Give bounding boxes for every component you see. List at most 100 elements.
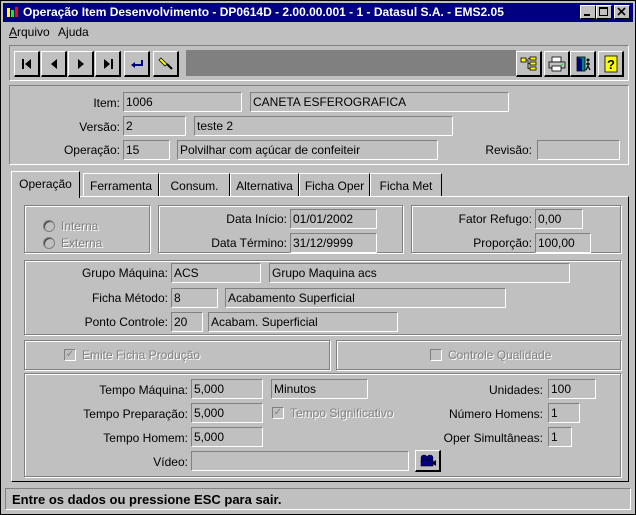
close-button[interactable] (614, 5, 630, 19)
ficha-metodo-label: Ficha Método: (91, 291, 168, 305)
status-bar: Entre os dados ou pressione ESC para sai… (5, 488, 631, 510)
data-termino-field[interactable]: 31/12/9999 (290, 233, 377, 253)
menu-bar: Arquivo Ajuda (3, 22, 633, 40)
unidades-field[interactable]: 100 (548, 379, 596, 399)
grupo-maquina-field[interactable]: ACS (171, 263, 261, 283)
exit-icon (576, 56, 591, 71)
menu-arquivo[interactable]: Arquivo (9, 25, 50, 39)
versao-description-field: teste 2 (194, 116, 453, 136)
tempos-group: Tempo Máquina: 5,000 Minutos Tempo Prepa… (24, 373, 621, 477)
print-icon (548, 56, 565, 71)
zoom-tree-button[interactable] (516, 51, 542, 77)
controle-qualidade-label: Controle Qualidade (448, 348, 552, 362)
first-icon (21, 58, 31, 69)
video-field[interactable] (191, 451, 409, 471)
tab-consum[interactable]: Consum. (159, 173, 230, 197)
ficha-metodo-field[interactable]: 8 (171, 288, 218, 308)
video-camera-icon (420, 454, 436, 466)
oper-simultaneas-label: Oper Simultâneas: (443, 431, 543, 445)
ponto-controle-label: Ponto Controle: (84, 315, 168, 329)
print-button[interactable] (544, 51, 570, 77)
interna-radio[interactable] (43, 220, 55, 232)
tempo-significativo-checkbox[interactable]: ✓ (272, 407, 284, 419)
search-icon (157, 56, 173, 70)
previous-icon (50, 58, 57, 69)
refugo-group: Fator Refugo: 0,00 Proporção: 100,00 (411, 205, 621, 253)
oper-simultaneas-field[interactable]: 1 (548, 427, 572, 447)
tab-operacao[interactable]: Operação (11, 171, 80, 198)
operacao-tab-panel: Interna Externa Data Início: 01/01/2002 … (11, 196, 629, 482)
window-title: Operação Item Desenvolvimento - DP0614D … (23, 5, 504, 19)
zoom-tree-icon (520, 56, 536, 70)
datas-group: Data Início: 01/01/2002 Data Término: 31… (158, 205, 403, 253)
exit-button[interactable] (570, 51, 596, 77)
tempo-maquina-label: Tempo Máquina: (99, 383, 188, 397)
grupo-maquina-label: Grupo Máquina: (81, 266, 168, 280)
fator-refugo-label: Fator Refugo: (458, 212, 532, 226)
tempo-homem-field[interactable]: 5,000 (191, 427, 263, 447)
versao-label: Versão: (79, 120, 120, 134)
tab-alternativa[interactable]: Alternativa (230, 173, 299, 197)
data-termino-label: Data Término: (211, 236, 287, 250)
emite-ficha-group: ✓ Emite Ficha Produção (24, 340, 330, 370)
unidade-tempo-field: Minutos (271, 379, 368, 399)
operacao-field[interactable]: 15 (123, 140, 170, 160)
next-record-button[interactable] (68, 51, 94, 77)
last-record-button[interactable] (95, 51, 121, 77)
item-code-field[interactable]: 1006 (123, 92, 242, 112)
revisao-field[interactable] (537, 140, 620, 160)
tab-ficha-met[interactable]: Ficha Met (370, 173, 442, 197)
proporcao-field[interactable]: 100,00 (535, 233, 591, 253)
tempo-homem-label: Tempo Homem: (103, 431, 188, 445)
title-bar[interactable]: Operação Item Desenvolvimento - DP0614D … (3, 3, 633, 22)
previous-record-button[interactable] (41, 51, 67, 77)
operacao-label: Operação: (63, 143, 120, 157)
tempo-preparacao-field[interactable]: 5,000 (191, 403, 263, 423)
app-icon (6, 6, 19, 19)
ponto-controle-description-field: Acabam. Superficial (208, 312, 398, 332)
numero-homens-field[interactable]: 1 (548, 403, 580, 423)
ficha-metodo-description-field: Acabamento Superficial (225, 288, 506, 308)
close-icon (617, 7, 626, 16)
tempo-preparacao-label: Tempo Preparação: (83, 407, 188, 421)
toolbar-empty-area (186, 50, 516, 76)
goto-button[interactable] (124, 51, 150, 77)
fator-refugo-field[interactable]: 0,00 (535, 209, 583, 229)
item-description-field: CANETA ESFEROGRAFICA (250, 92, 509, 112)
minimize-icon (584, 14, 590, 16)
next-icon (77, 58, 84, 69)
revisao-label: Revisão: (485, 143, 532, 157)
numero-homens-label: Número Homens: (448, 407, 543, 421)
ponto-controle-field[interactable]: 20 (171, 312, 203, 332)
emite-ficha-checkbox[interactable]: ✓ (64, 349, 76, 361)
first-record-button[interactable] (14, 51, 40, 77)
video-play-button[interactable] (415, 450, 441, 472)
search-button[interactable] (153, 51, 179, 77)
header-panel: Item: 1006 CANETA ESFEROGRAFICA Versão: … (9, 85, 629, 165)
externa-radio[interactable] (43, 237, 55, 249)
proporcao-label: Proporção: (473, 236, 532, 250)
maximize-button[interactable] (596, 5, 612, 19)
controle-qualidade-checkbox[interactable] (430, 349, 442, 361)
help-button[interactable]: ? (598, 51, 624, 77)
tab-ferramenta[interactable]: Ferramenta (83, 173, 159, 197)
minimize-button[interactable] (580, 5, 596, 19)
application-window: Operação Item Desenvolvimento - DP0614D … (0, 0, 636, 515)
controle-qualidade-group: Controle Qualidade (336, 340, 621, 370)
unidades-label: Unidades: (488, 383, 543, 397)
menu-ajuda[interactable]: Ajuda (58, 25, 89, 39)
interna-label: Interna (61, 219, 99, 233)
tempo-maquina-field[interactable]: 5,000 (191, 379, 263, 399)
tab-ficha-oper[interactable]: Ficha Oper (299, 173, 370, 197)
goto-icon (130, 59, 143, 68)
video-label: Vídeo: (153, 455, 188, 469)
emite-ficha-label: Emite Ficha Produção (82, 348, 201, 362)
data-inicio-label: Data Início: (226, 212, 287, 226)
versao-field[interactable]: 2 (123, 116, 186, 136)
tipo-operacao-group: Interna Externa (24, 205, 150, 253)
data-inicio-field[interactable]: 01/01/2002 (290, 209, 377, 229)
last-icon (103, 58, 113, 69)
grupo-maquina-description-field: Grupo Maquina acs (269, 263, 570, 283)
svg-text:?: ? (607, 57, 615, 72)
item-label: Item: (93, 96, 120, 110)
